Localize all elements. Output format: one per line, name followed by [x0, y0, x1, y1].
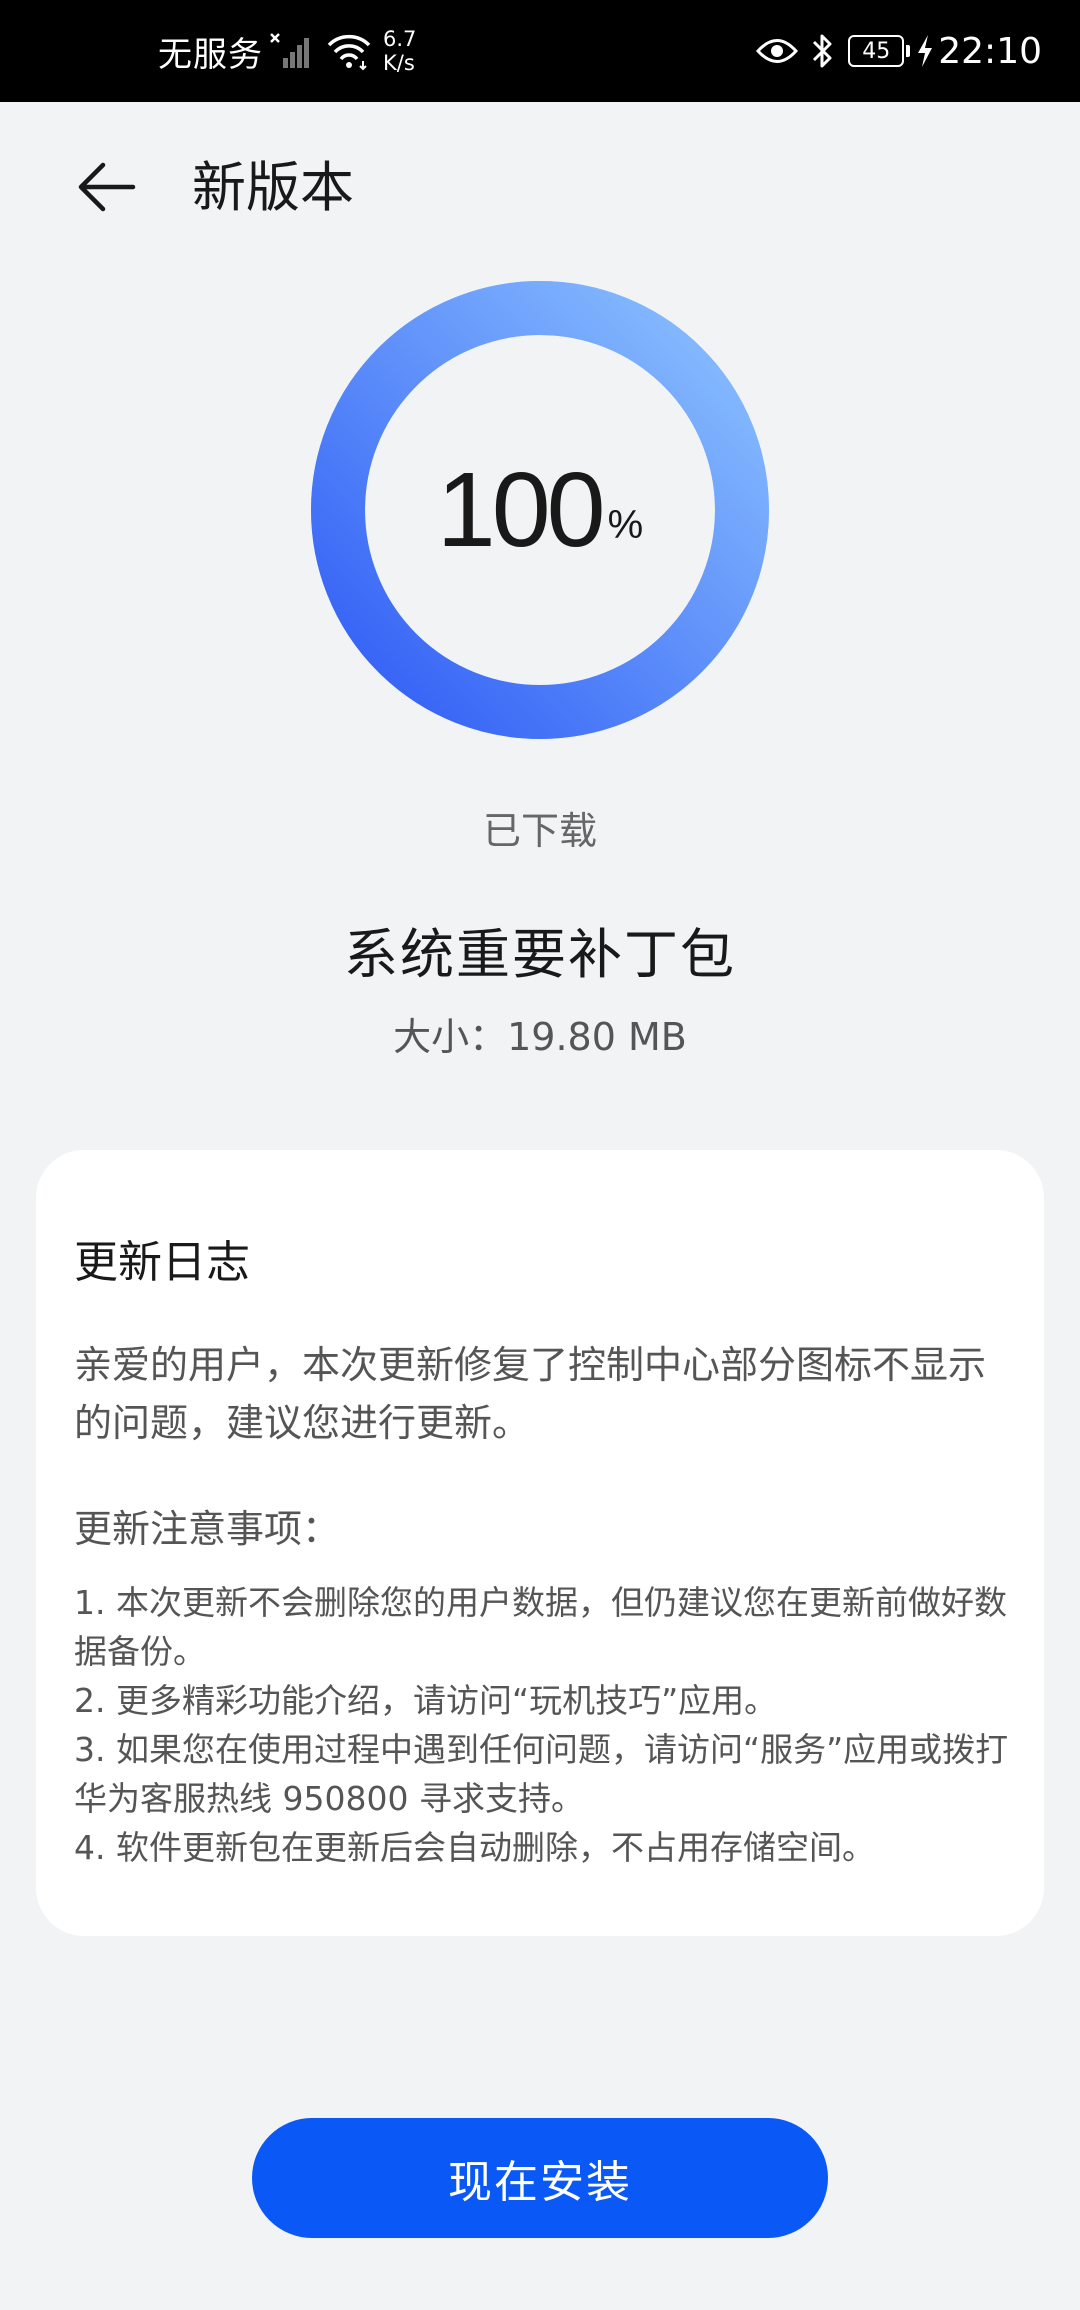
changelog-intro: 亲爱的用户，本次更新修复了控制中心部分图标不显示的问题，建议您进行更新。 — [74, 1343, 987, 1445]
progress-unit: % — [607, 502, 644, 547]
network-speed: 6.7 K/s — [383, 27, 416, 75]
back-button[interactable] — [62, 144, 152, 234]
charging-icon — [916, 34, 934, 68]
page-title: 新版本 — [192, 156, 354, 219]
battery-tip — [906, 45, 911, 57]
download-progress-ring: 100 % — [310, 280, 770, 740]
bluetooth-icon — [810, 32, 836, 70]
list-item: 2. 更多精彩功能介绍，请访问“玩机技巧”应用。 — [74, 1681, 778, 1720]
package-size: 大小：19.80 MB — [393, 1015, 687, 1059]
progress-label: 100 % — [310, 280, 770, 740]
clock: 22:10 — [938, 30, 1042, 72]
wifi-icon — [325, 31, 373, 71]
no-signal-icon — [269, 30, 315, 72]
list-item: 4. 软件更新包在更新后会自动删除，不占用存储空间。 — [74, 1828, 875, 1867]
battery-icon: 45 — [848, 35, 905, 67]
eye-comfort-icon — [756, 36, 799, 66]
status-bar-left: 无服务 6.7 K/s — [158, 0, 416, 102]
network-speed-value: 6.7 — [383, 27, 417, 51]
status-bar-right: 45 22:10 — [756, 0, 1042, 102]
list-item: 1. 本次更新不会删除您的用户数据，但仍建议您在更新前做好数据备份。 — [74, 1583, 1007, 1671]
progress-value: 100 — [436, 451, 606, 569]
back-arrow-icon — [75, 160, 139, 218]
notes-list: 1. 本次更新不会删除您的用户数据，但仍建议您在更新前做好数据备份。 2. 更多… — [74, 1578, 1014, 1872]
download-status: 已下载 — [482, 809, 597, 853]
battery-level: 45 — [862, 38, 891, 64]
carrier-label: 无服务 — [158, 34, 263, 75]
list-item: 3. 如果您在使用过程中遇到任何问题，请访问“服务”应用或拨打华为客服热线 95… — [74, 1730, 1009, 1818]
install-now-button[interactable]: 现在安装 — [252, 2118, 828, 2238]
notes-title: 更新注意事项： — [74, 1507, 341, 1551]
network-speed-unit: K/s — [383, 51, 415, 75]
status-bar: 无服务 6.7 K/s 45 22:10 — [0, 0, 1080, 102]
header: 新版本 — [0, 102, 1080, 270]
changelog-card: 更新日志 亲爱的用户，本次更新修复了控制中心部分图标不显示的问题，建议您进行更新… — [36, 1150, 1044, 1936]
package-name: 系统重要补丁包 — [344, 923, 736, 986]
changelog-title: 更新日志 — [74, 1237, 250, 1288]
